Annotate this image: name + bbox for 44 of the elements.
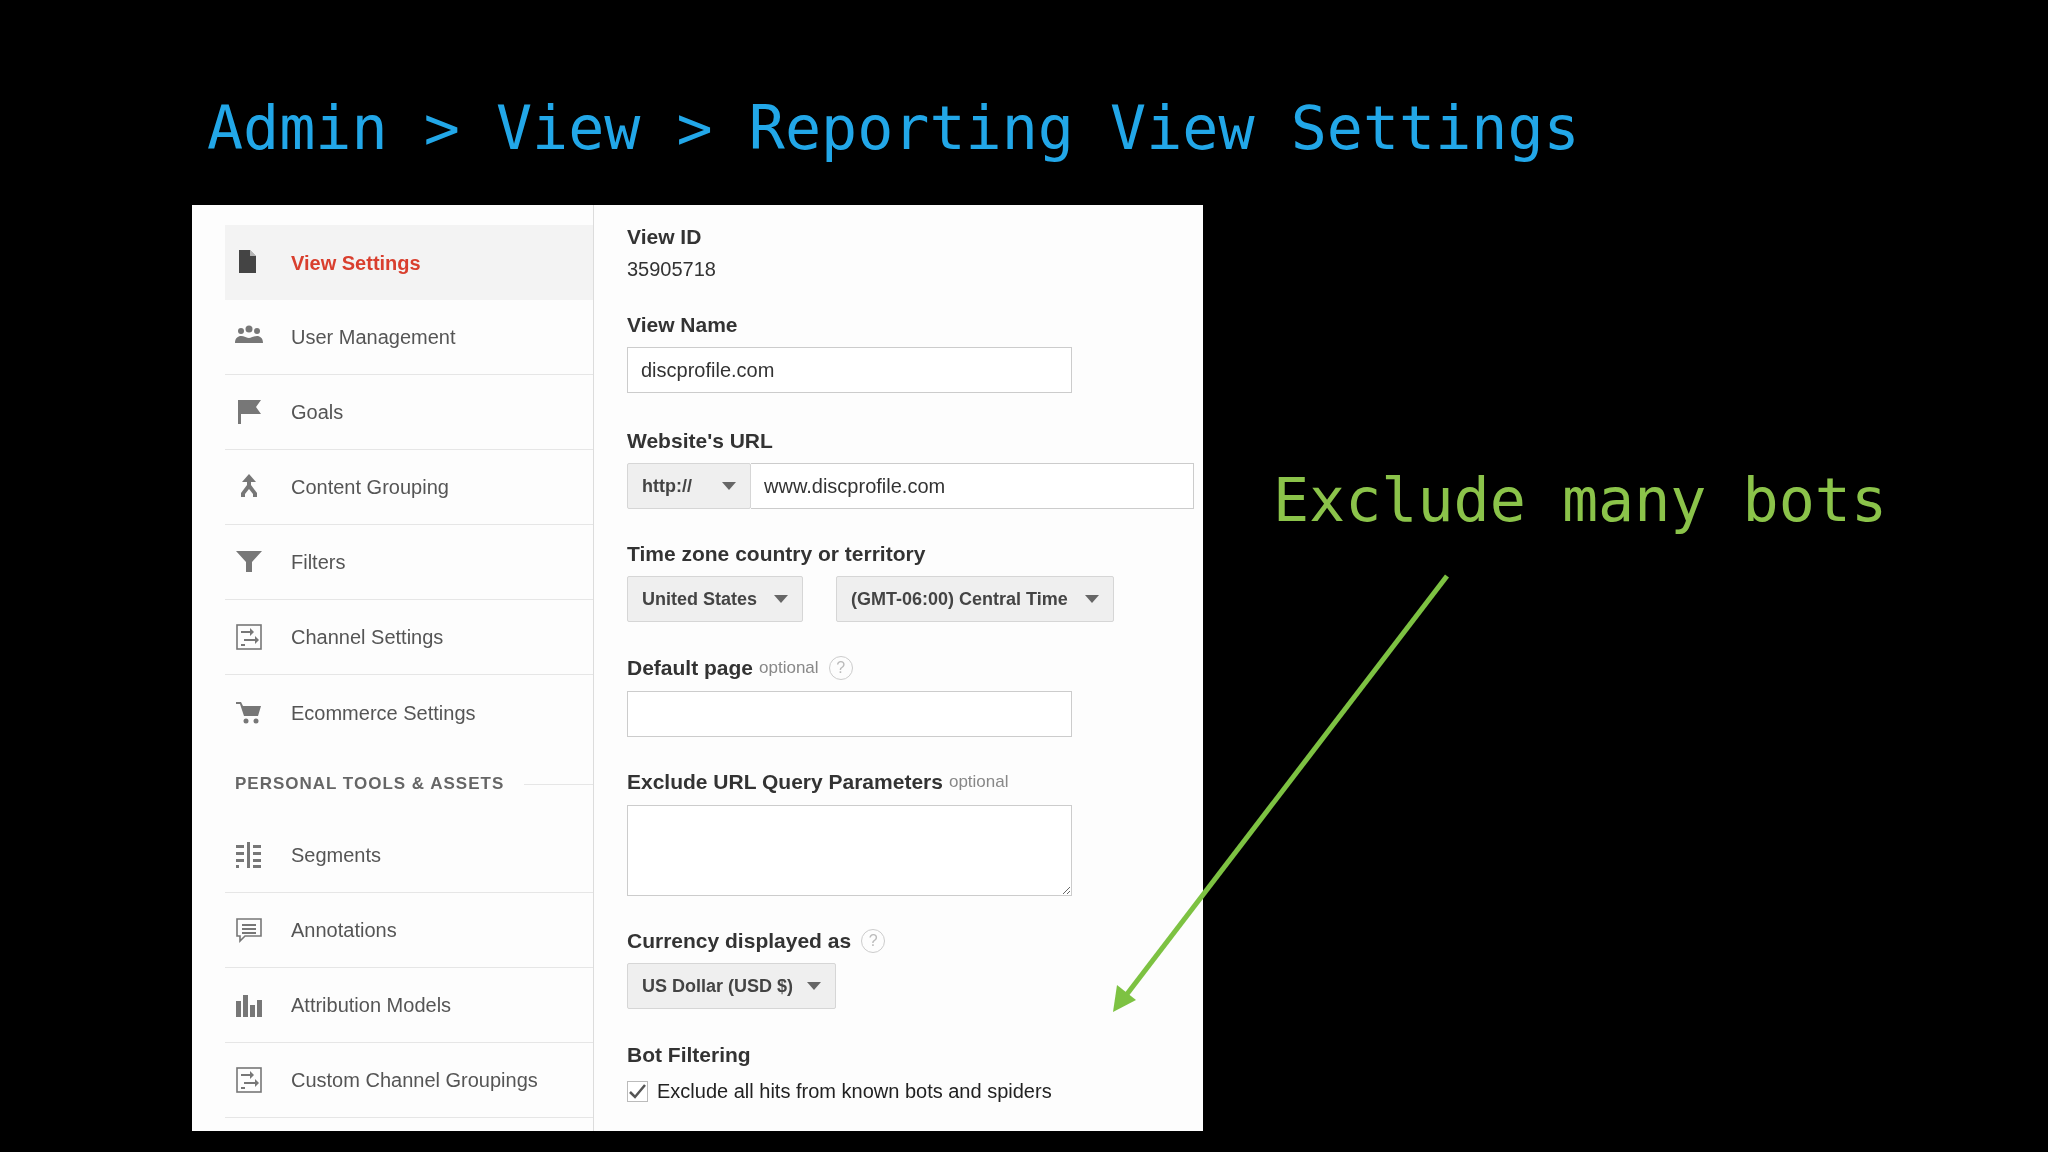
sidebar-item[interactable]: Content Grouping: [225, 450, 593, 525]
text-field[interactable]: discprofile.com: [627, 347, 1072, 393]
dropdown[interactable]: http://: [627, 463, 751, 509]
checkbox-label: Exclude all hits from known bots and spiders: [657, 1079, 1052, 1104]
comment-icon: [235, 916, 263, 944]
url-field[interactable]: www.discprofile.com: [751, 463, 1194, 509]
field-label: View ID: [627, 224, 702, 251]
caret-icon: [774, 595, 788, 603]
text-area[interactable]: [627, 805, 1072, 896]
sidebar-item[interactable]: Segments: [225, 818, 593, 893]
annotation-text: Exclude many bots: [1273, 464, 1888, 537]
caret-icon: [1085, 595, 1099, 603]
caret-icon: [722, 482, 736, 490]
field-label: Currency displayed as: [627, 928, 852, 955]
sidebar-item[interactable]: Filters: [225, 525, 593, 600]
field-label: Exclude URL Query Parameters: [627, 769, 943, 796]
field-label: Default page: [627, 655, 754, 682]
sidebar-item[interactable]: User Management: [225, 300, 593, 375]
field-label: Bot Filtering: [627, 1042, 751, 1069]
view-id-value: 35905718: [627, 257, 717, 282]
field-label: Time zone country or territory: [627, 541, 926, 568]
arrows-box-icon: [235, 623, 263, 651]
arrows-box-icon: [235, 1066, 263, 1094]
optional-note: optional: [948, 771, 1009, 794]
text-field[interactable]: [627, 691, 1072, 737]
dropdown[interactable]: US Dollar (USD $): [627, 963, 836, 1009]
sidebar-item[interactable]: Attribution Models: [225, 968, 593, 1043]
dropdown[interactable]: United States: [627, 576, 803, 622]
slide-title: Admin > View > Reporting View Settings: [207, 91, 1580, 165]
sidebar-item[interactable]: Channel Settings: [225, 600, 593, 675]
checkbox[interactable]: [627, 1080, 648, 1102]
sidebar-item[interactable]: Goals: [225, 375, 593, 450]
field-label: Website's URL: [627, 428, 773, 455]
caret-icon: [807, 982, 821, 990]
sidebar-item[interactable]: View Settings: [225, 225, 593, 300]
field-label: View Name: [627, 312, 738, 339]
sidebar-item[interactable]: Custom Channel Groupings: [225, 1043, 593, 1118]
flag-icon: [235, 398, 263, 426]
segments-icon: [235, 841, 263, 869]
sidebar-item[interactable]: Annotations: [225, 893, 593, 968]
dropdown[interactable]: (GMT-06:00) Central Time: [836, 576, 1114, 622]
sidebar-item[interactable]: Ecommerce Settings: [225, 675, 593, 750]
section-heading: PERSONAL TOOLS & ASSETS: [235, 773, 505, 796]
optional-note: optional: [759, 657, 819, 680]
